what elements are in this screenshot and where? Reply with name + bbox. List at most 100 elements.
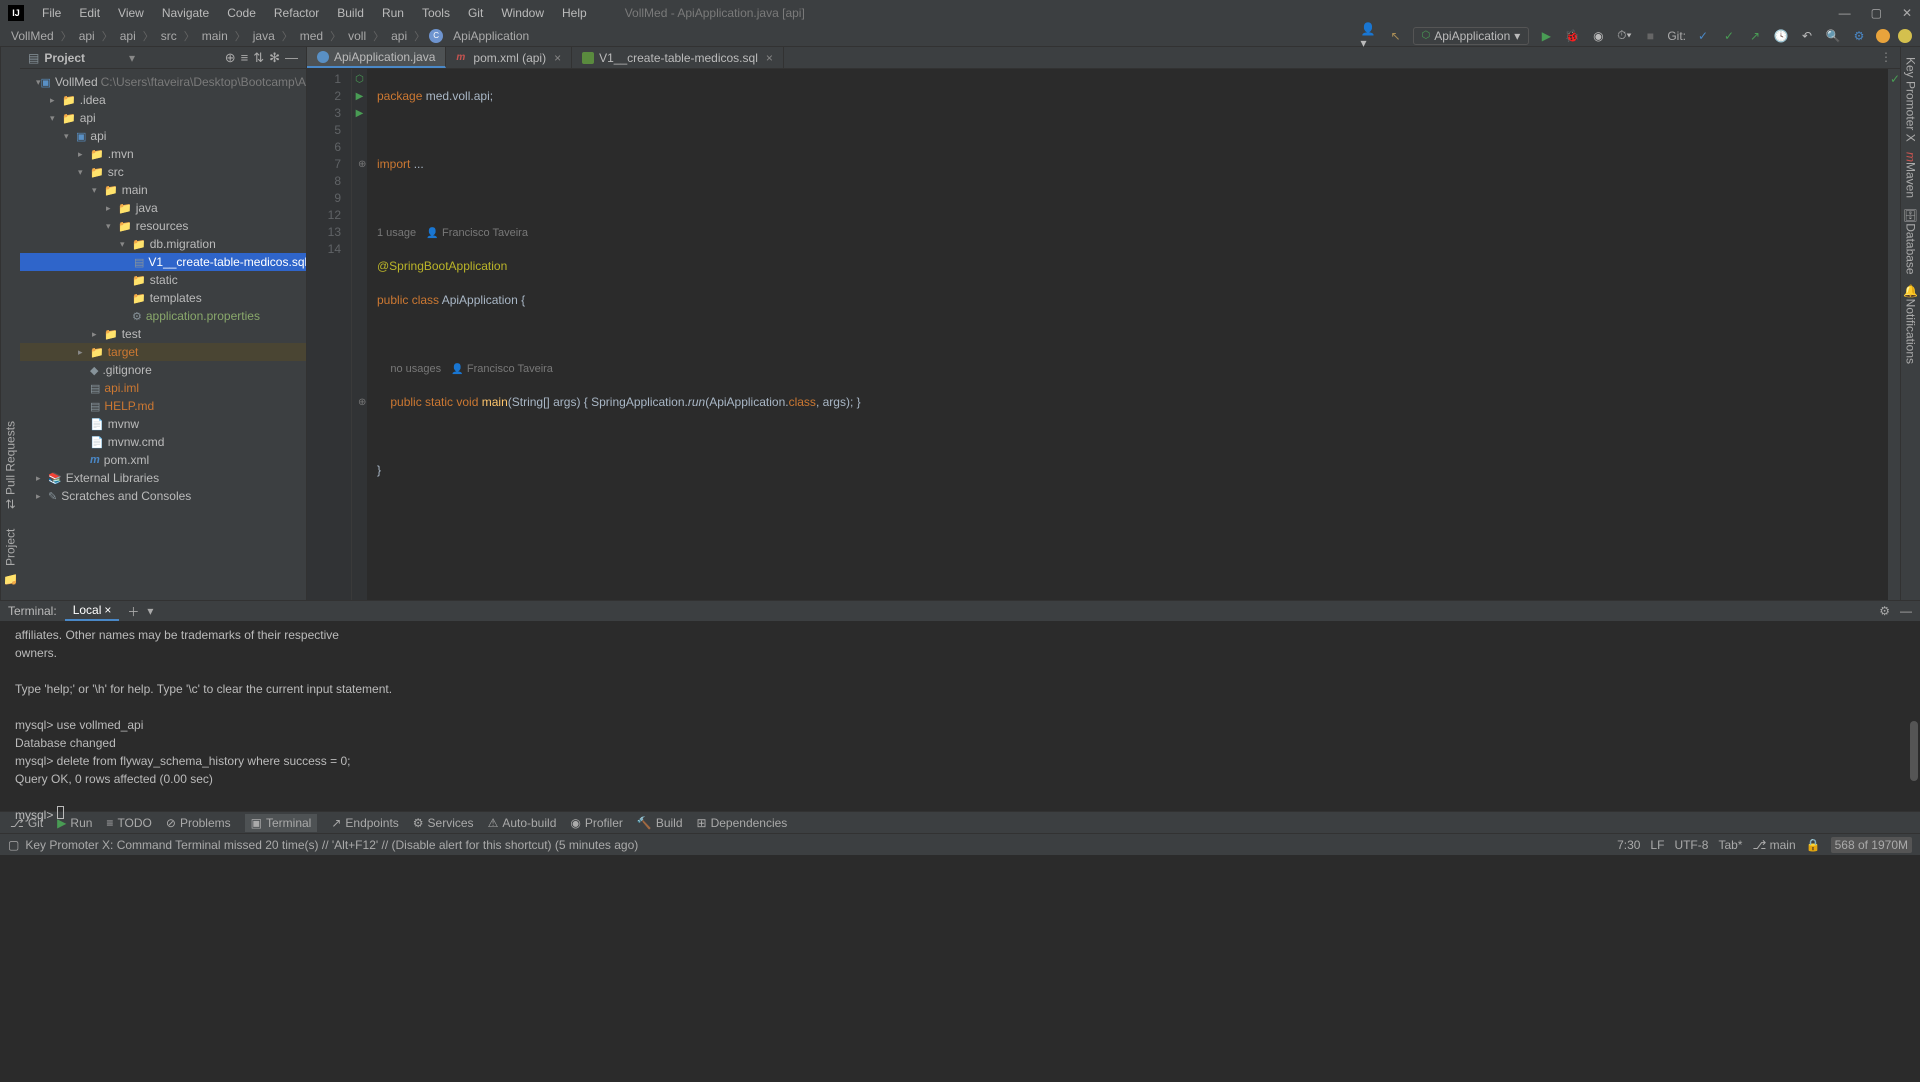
terminal-hide-icon[interactable]: —	[1900, 604, 1912, 618]
debug-button[interactable]: 🐞	[1563, 27, 1581, 45]
close-tab-icon[interactable]: ×	[554, 51, 561, 65]
menu-window[interactable]: Window	[493, 3, 552, 23]
breadcrumb-item[interactable]: VollMed	[8, 29, 57, 43]
author-hint[interactable]: Francisco Taveira	[467, 363, 553, 375]
tree-row[interactable]: ⚙application.properties	[20, 307, 306, 325]
menu-view[interactable]: View	[110, 3, 152, 23]
close-button[interactable]: ✕	[1902, 6, 1912, 20]
author-hint[interactable]: Francisco Taveira	[442, 227, 528, 239]
expand-icon[interactable]: ⊕	[358, 394, 366, 411]
minimize-button[interactable]: —	[1839, 6, 1851, 20]
editor-tab[interactable]: m pom.xml (api) ×	[446, 47, 572, 68]
menu-tools[interactable]: Tools	[414, 3, 458, 23]
coverage-button[interactable]: ◉	[1589, 27, 1607, 45]
terminal-dropdown-icon[interactable]: ▾	[147, 604, 153, 618]
tree-row[interactable]: 📁static	[20, 271, 306, 289]
stop-button[interactable]: ■	[1641, 27, 1659, 45]
menu-refactor[interactable]: Refactor	[266, 3, 327, 23]
breadcrumb-item[interactable]: med	[297, 29, 326, 43]
run-line-icon[interactable]: ▶	[352, 88, 367, 105]
tree-row[interactable]: ▸✎Scratches and Consoles	[20, 487, 306, 505]
tree-row[interactable]: 📁templates	[20, 289, 306, 307]
tree-row[interactable]: ▤HELP.md	[20, 397, 306, 415]
gutter-tab-database[interactable]: 🗄Database	[1904, 208, 1918, 275]
gutter-tab-project[interactable]: 📁Project	[4, 524, 18, 590]
select-opened-icon[interactable]: ⊕	[225, 50, 236, 66]
terminal-body[interactable]: affiliates. Other names may be trademark…	[0, 621, 1920, 863]
breadcrumb-item[interactable]: api	[76, 29, 98, 43]
menu-code[interactable]: Code	[219, 3, 264, 23]
avatar-icon[interactable]	[1898, 29, 1912, 43]
git-update-icon[interactable]: ✓	[1694, 27, 1712, 45]
expand-all-icon[interactable]: ≡	[241, 50, 249, 65]
close-tab-icon[interactable]: ×	[766, 51, 773, 65]
project-title[interactable]: Project	[44, 51, 124, 65]
avatar-icon[interactable]	[1876, 29, 1890, 43]
run-config-select[interactable]: ⬡ ApiApplication ▾	[1413, 27, 1530, 45]
terminal-settings-icon[interactable]: ⚙	[1879, 604, 1890, 618]
editor-body[interactable]: 1235 678 9121314 ⬡ ▶ ▶ package med.voll.…	[307, 69, 1900, 600]
project-tree[interactable]: ▾▣VollMed C:\Users\ftaveira\Desktop\Boot…	[20, 69, 306, 600]
breadcrumb-item[interactable]: ApiApplication	[450, 29, 532, 43]
spring-run-icon[interactable]: ⬡	[352, 71, 367, 88]
usage-hint[interactable]: no usages	[390, 363, 441, 375]
breadcrumb-item[interactable]: main	[199, 29, 231, 43]
tree-row[interactable]: ▾📁src	[20, 163, 306, 181]
menu-git[interactable]: Git	[460, 3, 491, 23]
terminal-scrollbar[interactable]	[1910, 721, 1918, 781]
tree-row[interactable]: ▸📁target	[20, 343, 306, 361]
maximize-button[interactable]: ▢	[1871, 6, 1882, 20]
tree-row[interactable]: ▾📁api	[20, 109, 306, 127]
tree-row[interactable]: ◆.gitignore	[20, 361, 306, 379]
menu-help[interactable]: Help	[554, 3, 595, 23]
search-icon[interactable]: 🔍	[1824, 27, 1842, 45]
gutter-tab-pull-requests[interactable]: ⇄Pull Requests	[4, 416, 18, 514]
gutter-tab-maven[interactable]: mMaven	[1904, 152, 1918, 198]
gutter-tab-keypromoter[interactable]: Key Promoter X	[1904, 57, 1918, 142]
editor-tab[interactable]: V1__create-table-medicos.sql ×	[572, 47, 784, 68]
tree-row[interactable]: ▾📁main	[20, 181, 306, 199]
tree-row[interactable]: ▾📁db.migration	[20, 235, 306, 253]
tree-row[interactable]: ▾▣VollMed C:\Users\ftaveira\Desktop\Boot…	[20, 73, 306, 91]
usage-hint[interactable]: 1 usage	[377, 227, 416, 239]
breadcrumb-item[interactable]: java	[250, 29, 278, 43]
rollback-icon[interactable]: ↶	[1798, 27, 1816, 45]
run-line-icon[interactable]: ▶	[352, 105, 367, 122]
terminal-tab[interactable]: Local×	[65, 601, 120, 621]
no-problems-icon[interactable]: ✓	[1890, 72, 1900, 86]
expand-icon[interactable]: ⊕	[358, 156, 366, 173]
tree-row[interactable]: mpom.xml	[20, 451, 306, 469]
git-history-icon[interactable]: 🕓	[1772, 27, 1790, 45]
run-button[interactable]: ▶	[1537, 27, 1555, 45]
tree-row[interactable]: ▸📚External Libraries	[20, 469, 306, 487]
build-icon[interactable]: ↖	[1387, 27, 1405, 45]
breadcrumb-item[interactable]: voll	[345, 29, 369, 43]
tab-options-icon[interactable]: ⋮	[1872, 47, 1900, 68]
gutter-tab-notifications[interactable]: 🔔Notifications	[1904, 284, 1918, 364]
git-commit-icon[interactable]: ✓	[1720, 27, 1738, 45]
tree-row[interactable]: ▾▣api	[20, 127, 306, 145]
tree-row[interactable]: ▤api.iml	[20, 379, 306, 397]
git-push-icon[interactable]: ↗	[1746, 27, 1764, 45]
editor-scrollbar[interactable]: ✓	[1888, 69, 1900, 600]
tree-row[interactable]: ▤V1__create-table-medicos.sql	[20, 253, 306, 271]
profiler-button[interactable]: ⏱▾	[1615, 27, 1633, 45]
close-tab-icon[interactable]: ×	[104, 603, 111, 617]
add-user-icon[interactable]: 👤▾	[1361, 27, 1379, 45]
menu-run[interactable]: Run	[374, 3, 412, 23]
tree-row[interactable]: ▸📁test	[20, 325, 306, 343]
settings-icon[interactable]: ✻	[269, 50, 280, 66]
menu-build[interactable]: Build	[329, 3, 372, 23]
chevron-down-icon[interactable]: ▾	[129, 51, 135, 65]
tree-row[interactable]: ▸📁.idea	[20, 91, 306, 109]
tree-row[interactable]: 📄mvnw.cmd	[20, 433, 306, 451]
menu-edit[interactable]: Edit	[71, 3, 108, 23]
new-terminal-icon[interactable]: ＋	[127, 603, 139, 620]
tree-row[interactable]: ▸📁java	[20, 199, 306, 217]
collapse-all-icon[interactable]: ⇅	[253, 50, 264, 66]
hide-icon[interactable]: —	[285, 50, 298, 65]
breadcrumb-item[interactable]: api	[117, 29, 139, 43]
tree-row[interactable]: 📄mvnw	[20, 415, 306, 433]
tree-row[interactable]: ▸📁.mvn	[20, 145, 306, 163]
menu-file[interactable]: File	[34, 3, 69, 23]
